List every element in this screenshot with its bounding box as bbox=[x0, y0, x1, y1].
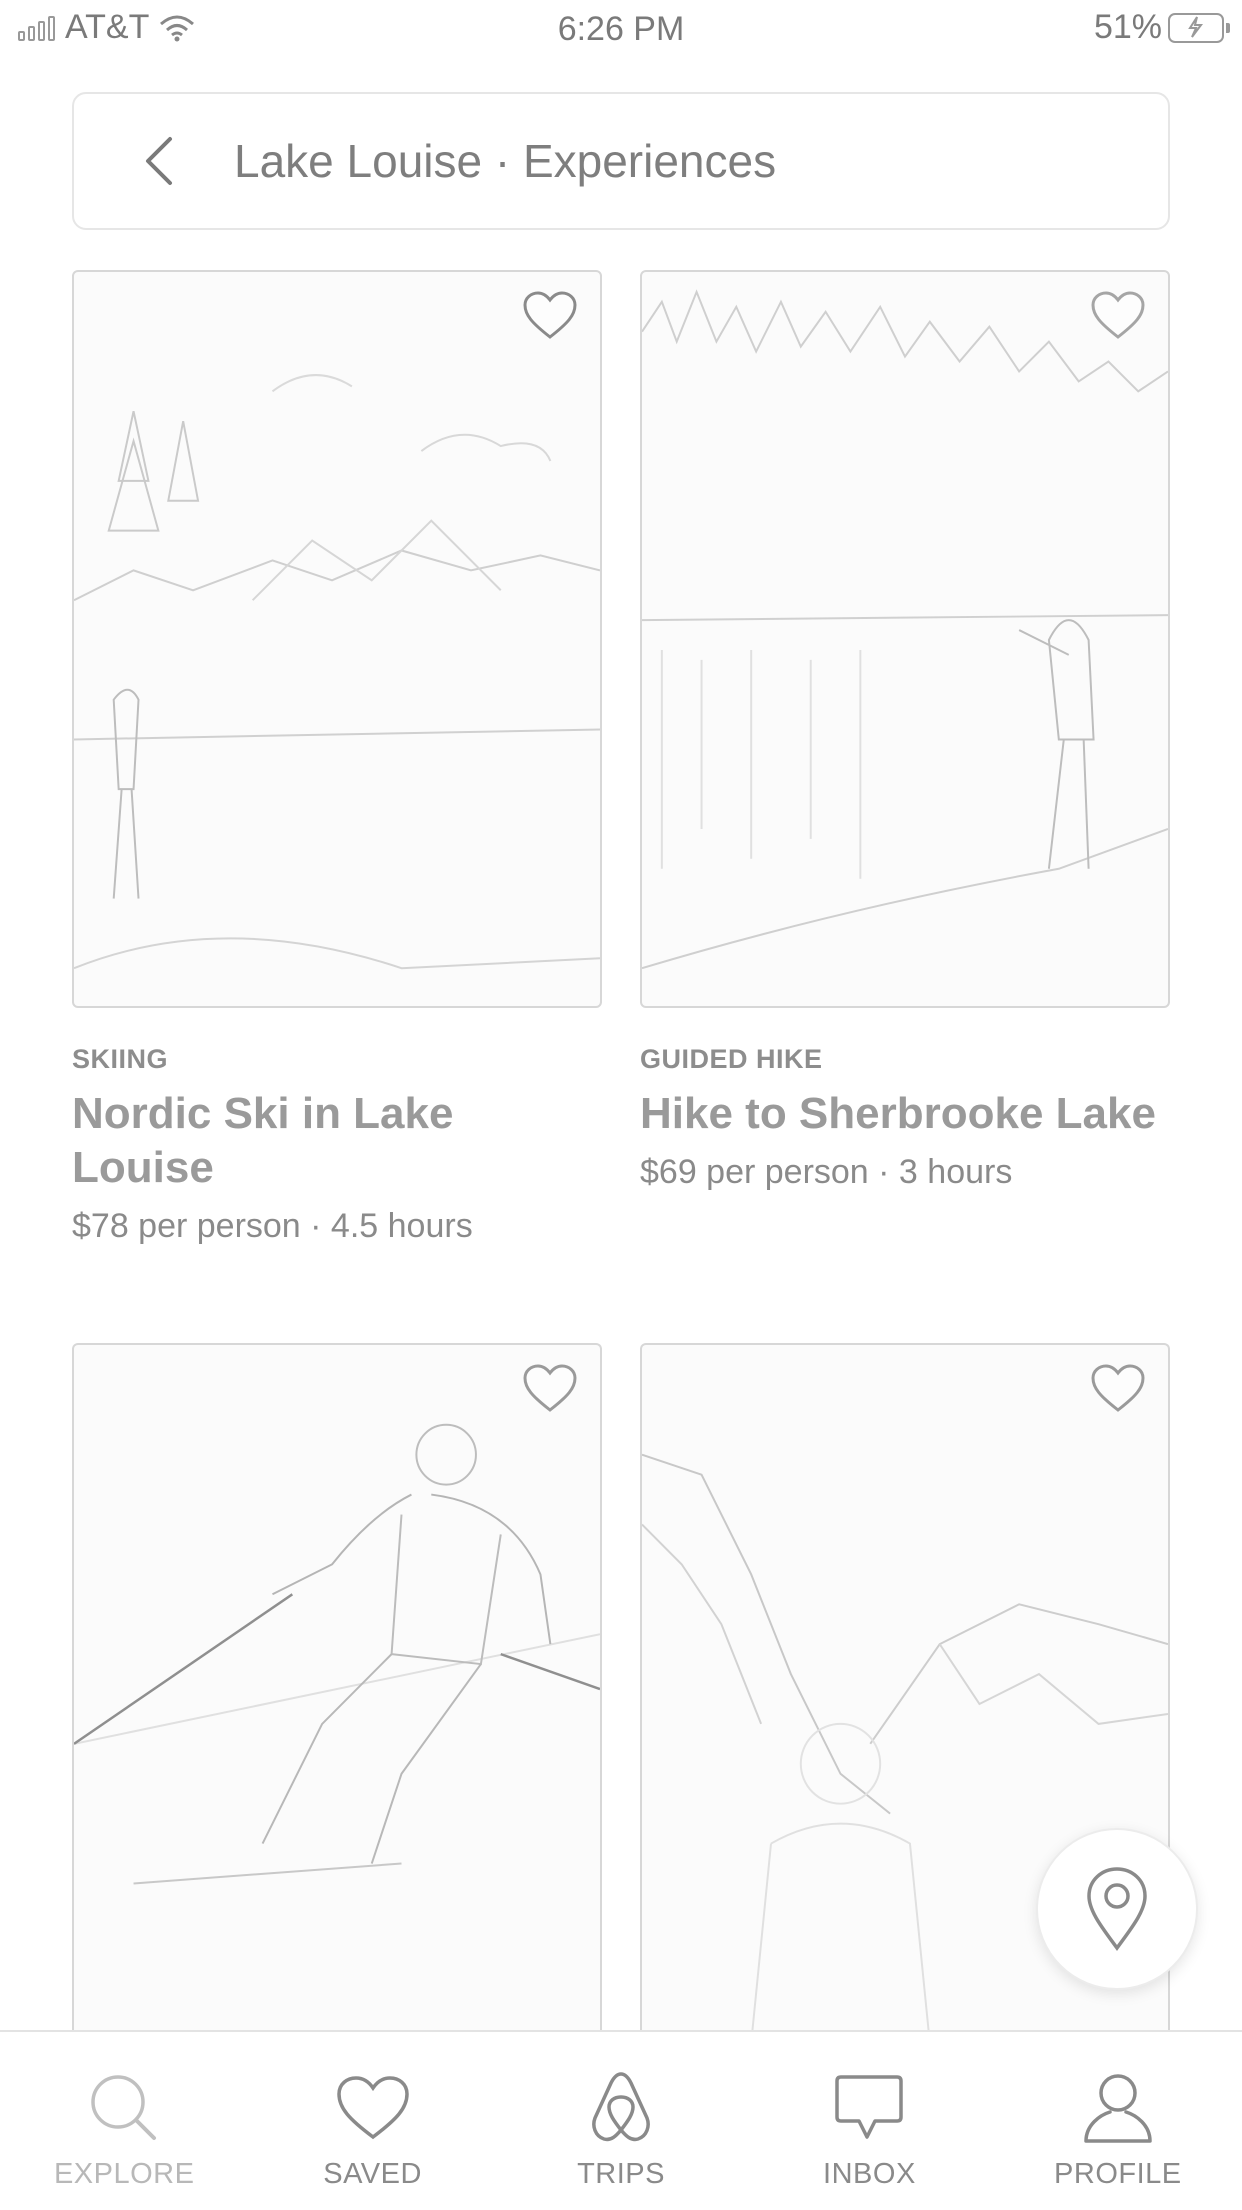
tab-label: SAVED bbox=[323, 2158, 422, 2190]
bottom-tab-bar: EXPLORE SAVED TRIPS INBOX PROFILE bbox=[0, 2030, 1242, 2210]
heart-icon bbox=[1091, 291, 1145, 339]
listing-price: $69 per person · 3 hours bbox=[640, 1153, 1013, 1191]
tab-inbox[interactable]: INBOX bbox=[745, 2032, 993, 2210]
listing-image bbox=[74, 1423, 600, 1885]
tab-trips[interactable]: TRIPS bbox=[497, 2032, 745, 2210]
battery-percent: 51% bbox=[1093, 8, 1162, 46]
listing-card[interactable]: GUIDED HIKE Hike to Sherbrooke Lake $69 … bbox=[640, 270, 1170, 1192]
save-heart-button[interactable] bbox=[1088, 1361, 1148, 1417]
listing-photo[interactable] bbox=[72, 1343, 602, 2043]
listing-card[interactable]: SKIING Nordic Ski in Lake Louise $78 per… bbox=[72, 270, 602, 1246]
tab-profile[interactable]: PROFILE bbox=[994, 2032, 1242, 2210]
user-icon bbox=[1078, 2068, 1158, 2148]
listing-price: $78 per person · 4.5 hours bbox=[72, 1207, 473, 1245]
chevron-left-icon[interactable] bbox=[130, 131, 190, 191]
message-icon bbox=[829, 2068, 909, 2148]
save-heart-button[interactable] bbox=[1088, 288, 1148, 344]
map-pin-icon bbox=[1087, 1867, 1147, 1951]
heart-icon bbox=[523, 291, 577, 339]
search-title[interactable]: Lake Louise · Experiences bbox=[234, 134, 776, 188]
status-bar: AT&T 6:26 PM 51% bbox=[0, 0, 1242, 60]
listing-card[interactable] bbox=[72, 1343, 602, 2043]
status-time: 6:26 PM bbox=[557, 10, 685, 48]
tab-label: PROFILE bbox=[1054, 2158, 1182, 2190]
tab-label: INBOX bbox=[823, 2158, 916, 2190]
search-icon bbox=[84, 2068, 164, 2148]
listing-title[interactable]: Hike to Sherbrooke Lake bbox=[640, 1087, 1160, 1141]
tab-explore[interactable]: EXPLORE bbox=[0, 2032, 248, 2210]
map-button[interactable] bbox=[1036, 1828, 1198, 1990]
listing-category: SKIING bbox=[72, 1044, 169, 1074]
tab-label: EXPLORE bbox=[53, 2158, 195, 2190]
tab-label: TRIPS bbox=[577, 2158, 665, 2190]
listing-photo[interactable] bbox=[72, 270, 602, 1008]
heart-icon bbox=[523, 1364, 577, 1412]
battery-group: 51% bbox=[1093, 8, 1230, 47]
listing-image bbox=[642, 289, 1168, 970]
heart-icon bbox=[1091, 1364, 1145, 1412]
listing-image bbox=[74, 374, 600, 970]
tab-saved[interactable]: SAVED bbox=[248, 2032, 496, 2210]
listing-category: GUIDED HIKE bbox=[640, 1044, 823, 1074]
save-heart-button[interactable] bbox=[520, 1361, 580, 1417]
battery-charging-icon bbox=[1168, 12, 1230, 43]
search-header[interactable]: Lake Louise · Experiences bbox=[72, 92, 1170, 230]
heart-icon bbox=[333, 2068, 413, 2148]
listing-photo[interactable] bbox=[640, 270, 1170, 1008]
listing-title[interactable]: Nordic Ski in Lake Louise bbox=[72, 1087, 592, 1195]
save-heart-button[interactable] bbox=[520, 288, 580, 344]
airbnb-logo-icon bbox=[581, 2068, 661, 2148]
